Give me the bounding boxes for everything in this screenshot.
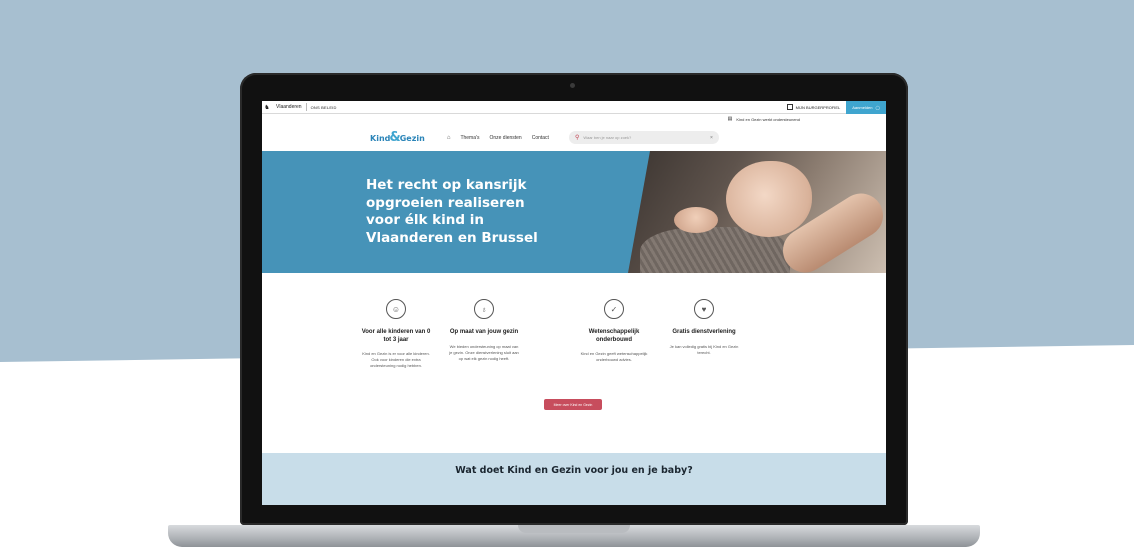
search-icon: ⚲: [574, 135, 580, 141]
laptop-screen: ♞ Vlaanderen ONS BELEID MIJN BURGERPROFI…: [262, 101, 886, 505]
feature-text: Je kan volledig gratis bij Kind en Gezin…: [669, 343, 739, 355]
region-link[interactable]: Vlaanderen: [276, 104, 302, 110]
user-icon: ◯: [875, 104, 880, 110]
main-nav: ⌂ Thema's Onze diensten Contact: [447, 135, 549, 141]
feature-text: Kind en Gezin geeft wetenschappelijk ond…: [580, 351, 648, 362]
logo-text-kind: Kind: [370, 134, 391, 143]
login-label: Aanmelden: [852, 104, 873, 110]
lower-section-band: [262, 453, 886, 505]
pacifier-icon: ♁: [474, 299, 494, 319]
flemish-lion-icon: ♞: [264, 104, 270, 111]
home-icon[interactable]: ⌂: [447, 135, 451, 141]
nav-item-diensten[interactable]: Onze diensten: [489, 135, 521, 141]
webcam: [570, 83, 575, 88]
nav-item-themas[interactable]: Thema's: [460, 135, 479, 141]
site-header: Kind & Gezin ⌂ Thema's Onze diensten Con…: [262, 124, 886, 151]
laptop-notch: [518, 525, 630, 533]
feature-item: ✓ Wetenschappelijk onderbouwd Kind en Ge…: [578, 299, 650, 363]
more-about-button[interactable]: Meer over Kind en Gezin: [544, 399, 602, 410]
search-placeholder: Waar ben je naar op zoek?: [583, 135, 632, 140]
photo-baby-head: [726, 161, 812, 237]
tagline: ONS BELEID: [310, 104, 337, 110]
laptop-base: [168, 525, 980, 547]
feature-text: We bieden ondersteuning op maat van je g…: [449, 343, 519, 361]
features-section: ☺ Voor alle kinderen van 0 tot 3 jaar Ki…: [262, 273, 886, 505]
hero-baby-photo: [628, 151, 886, 273]
feature-title: Voor alle kinderen van 0 tot 3 jaar: [361, 329, 431, 343]
divider: [305, 103, 307, 111]
feature-item: ☺ Voor alle kinderen van 0 tot 3 jaar Ki…: [360, 299, 432, 369]
heart-hands-icon: ♥: [694, 299, 714, 319]
baby-icon: ☺: [386, 299, 406, 319]
login-button[interactable]: Aanmelden ◯: [846, 101, 886, 114]
building-icon: ▤: [727, 116, 733, 122]
photo-baby-hand: [674, 207, 718, 233]
feature-text: Kind en Gezin is er voor alle kinderen. …: [362, 351, 430, 368]
profile-icon: [786, 104, 793, 110]
shield-check-icon: ✓: [604, 299, 624, 319]
flemish-government-bar: ♞ Vlaanderen ONS BELEID MIJN BURGERPROFI…: [262, 101, 886, 114]
utility-link[interactable]: Kind en Gezin werkt ondersteunend: [736, 117, 800, 122]
feature-item: ♁ Op maat van jouw gezin We bieden onder…: [448, 299, 520, 362]
search-input[interactable]: ⚲ Waar ben je naar op zoek? ×: [568, 131, 719, 144]
clear-icon[interactable]: ×: [710, 135, 713, 141]
hero-title: Het recht op kansrijk opgroeien realiser…: [366, 177, 538, 246]
kind-en-gezin-logo[interactable]: Kind & Gezin: [370, 130, 425, 145]
feature-item: ♥ Gratis dienstverlening Je kan volledig…: [668, 299, 740, 356]
profile-label: MIJN BURGERPROFIEL: [795, 104, 841, 110]
logo-text-gezin: Gezin: [399, 134, 425, 143]
laptop-lid: ♞ Vlaanderen ONS BELEID MIJN BURGERPROFI…: [240, 73, 908, 525]
feature-title: Wetenschappelijk onderbouwd: [588, 329, 640, 343]
hero-banner: Het recht op kansrijk opgroeien realiser…: [262, 151, 886, 273]
feature-title: Op maat van jouw gezin: [449, 329, 519, 335]
section-title: Wat doet Kind en Gezin voor jou en je ba…: [455, 465, 693, 476]
citizen-profile-link[interactable]: MIJN BURGERPROFIEL: [781, 104, 847, 110]
nav-item-contact[interactable]: Contact: [532, 135, 549, 141]
utility-bar: ▤ Kind en Gezin werkt ondersteunend: [262, 114, 886, 124]
feature-title: Gratis dienstverlening: [672, 329, 736, 335]
